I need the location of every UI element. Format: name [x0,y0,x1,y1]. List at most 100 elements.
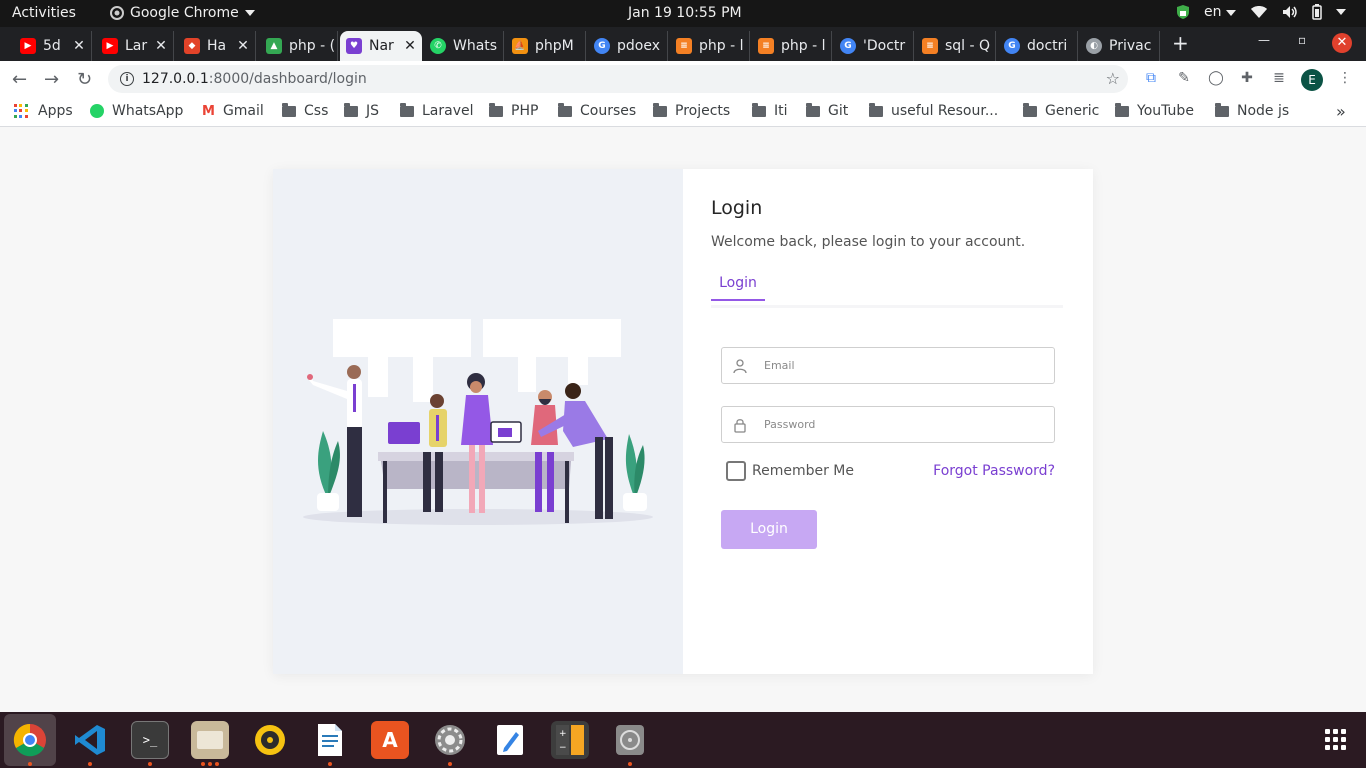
remember-me[interactable]: Remember Me [726,461,854,481]
password-input[interactable] [764,418,1044,431]
maximize-icon[interactable]: ▫ [1298,33,1306,47]
folder-icon [400,102,414,117]
dock-item-files[interactable] [191,721,229,759]
privacy-icon: ◐ [1086,38,1102,54]
close-icon[interactable]: ✕ [71,38,87,54]
tab[interactable]: ▶ Lar ✕ [96,31,174,61]
login-button[interactable]: Login [721,510,817,549]
dock-item-text-editor[interactable] [491,721,529,759]
dock-item-settings[interactable] [431,721,469,759]
tab[interactable]: ◐ Privac [1080,31,1160,61]
translate-icon[interactable]: ⧉ [1142,70,1160,88]
email-field[interactable] [721,347,1055,384]
tab[interactable]: ◆ Ha ✕ [178,31,256,61]
bookmarks-overflow-icon[interactable]: » [1336,102,1346,121]
system-tray[interactable]: en [1176,4,1346,20]
profile-avatar[interactable]: E [1301,69,1323,91]
tab[interactable]: ≡ php - l [670,31,750,61]
show-applications-icon[interactable] [1325,729,1346,750]
remember-label: Remember Me [752,463,854,479]
tab-label: phpM [535,38,574,54]
dock-item-rhythmbox[interactable] [251,721,289,759]
tab-label: 'Doctr [863,38,906,54]
reload-icon[interactable]: ↻ [77,69,92,90]
dock-item-vscode[interactable] [71,721,109,759]
window-close-button[interactable]: ✕ [1332,33,1352,53]
tab[interactable]: G pdoex [588,31,668,61]
bookmark-folder-projects[interactable]: Projects [653,102,730,119]
bookmark-label: Git [828,103,849,119]
bookmark-folder-php[interactable]: PHP [489,102,538,119]
bookmark-folder-js[interactable]: JS [344,102,379,119]
svg-text:+: + [559,729,567,739]
extension-circle-icon[interactable]: ◯ [1207,70,1225,88]
dock-item-terminal[interactable]: >_ [131,721,169,759]
bookmark-whatsapp[interactable]: WhatsApp [90,103,183,119]
tab[interactable]: G doctri [998,31,1078,61]
bookmark-folder-iti[interactable]: Iti [752,102,788,119]
bookmark-folder-git[interactable]: Git [806,102,849,119]
app-menu[interactable]: Google Chrome [110,5,255,21]
tab-strip: ▶ 5d ✕ ▶ Lar ✕ ◆ Ha ✕ ▲ php - ( ♥ Nar ✕ … [0,27,1366,61]
remember-checkbox[interactable] [726,461,746,481]
tab[interactable]: G 'Doctr [834,31,914,61]
folder-icon [558,102,572,117]
google-icon: G [1004,38,1020,54]
tab[interactable]: ≡ sql - Q [916,31,996,61]
new-tab-button[interactable]: + [1172,31,1189,55]
dock-item-disk[interactable] [611,721,649,759]
url-path: :8000/dashboard/login [208,71,367,87]
bookmark-folder-generic[interactable]: Generic [1023,102,1099,119]
browser-toolbar: ← → ↻ i 127.0.0.1:8000/dashboard/login ☆… [0,61,1366,97]
bookmark-folder-css[interactable]: Css [282,102,328,119]
more-vert-icon[interactable]: ⋮ [1336,70,1354,88]
puzzle-icon[interactable]: ✚ [1238,70,1256,88]
settings-icon [435,725,465,755]
bookmark-folder-nodejs[interactable]: Node js [1215,102,1289,119]
running-indicator [88,762,92,766]
tab-active[interactable]: ♥ Nar ✕ [340,31,422,61]
bookmark-label: Courses [580,103,637,119]
tab[interactable]: ✆ Whats [424,31,504,61]
language-indicator[interactable]: en [1204,4,1236,20]
bookmark-folder-youtube[interactable]: YouTube [1115,102,1194,119]
bookmark-folder-laravel[interactable]: Laravel [400,102,474,119]
bookmark-label: Iti [774,103,788,119]
close-icon[interactable]: ✕ [402,38,418,54]
dock-item-chrome[interactable] [4,714,56,766]
files-icon [197,731,223,749]
running-indicator [28,762,32,766]
bookmark-gmail[interactable]: M Gmail [202,103,264,119]
clock[interactable]: Jan 19 10:55 PM [628,5,742,21]
star-icon[interactable]: ☆ [1106,69,1120,88]
tab[interactable]: ≡ php - l [752,31,832,61]
eyedropper-icon[interactable]: ✎ [1175,70,1193,88]
tab[interactable]: ⛵ phpM [506,31,586,61]
forward-arrow-icon[interactable]: → [44,69,59,90]
tab-label: Whats [453,38,498,54]
bookmark-label: useful Resour... [891,103,999,119]
tab-label: pdoex [617,38,660,54]
bookmark-folder-courses[interactable]: Courses [558,102,637,119]
forgot-password-link[interactable]: Forgot Password? [933,463,1055,479]
minimize-icon[interactable]: — [1258,33,1270,47]
bookmark-folder-useful-resources[interactable]: useful Resour... [869,102,999,119]
activities-button[interactable]: Activities [12,5,76,21]
password-field[interactable] [721,406,1055,443]
dock-item-software[interactable]: A [371,721,409,759]
stackoverflow-icon: ≡ [922,38,938,54]
close-icon[interactable]: ✕ [235,38,251,54]
back-arrow-icon[interactable]: ← [12,69,27,90]
tab[interactable]: ▲ php - ( [260,31,338,61]
info-icon[interactable]: i [120,72,134,86]
dock-item-writer[interactable] [311,721,349,759]
tab-login[interactable]: Login [711,275,765,301]
bookmark-apps[interactable]: Apps [14,103,73,119]
email-input[interactable] [764,359,1044,372]
login-title: Login [711,197,763,219]
dock-item-calculator[interactable]: + − [551,721,589,759]
tab[interactable]: ▶ 5d ✕ [14,31,92,61]
address-bar[interactable]: i 127.0.0.1:8000/dashboard/login ☆ [108,65,1128,93]
reading-list-icon[interactable]: ≣ [1270,70,1288,88]
close-icon[interactable]: ✕ [153,38,169,54]
